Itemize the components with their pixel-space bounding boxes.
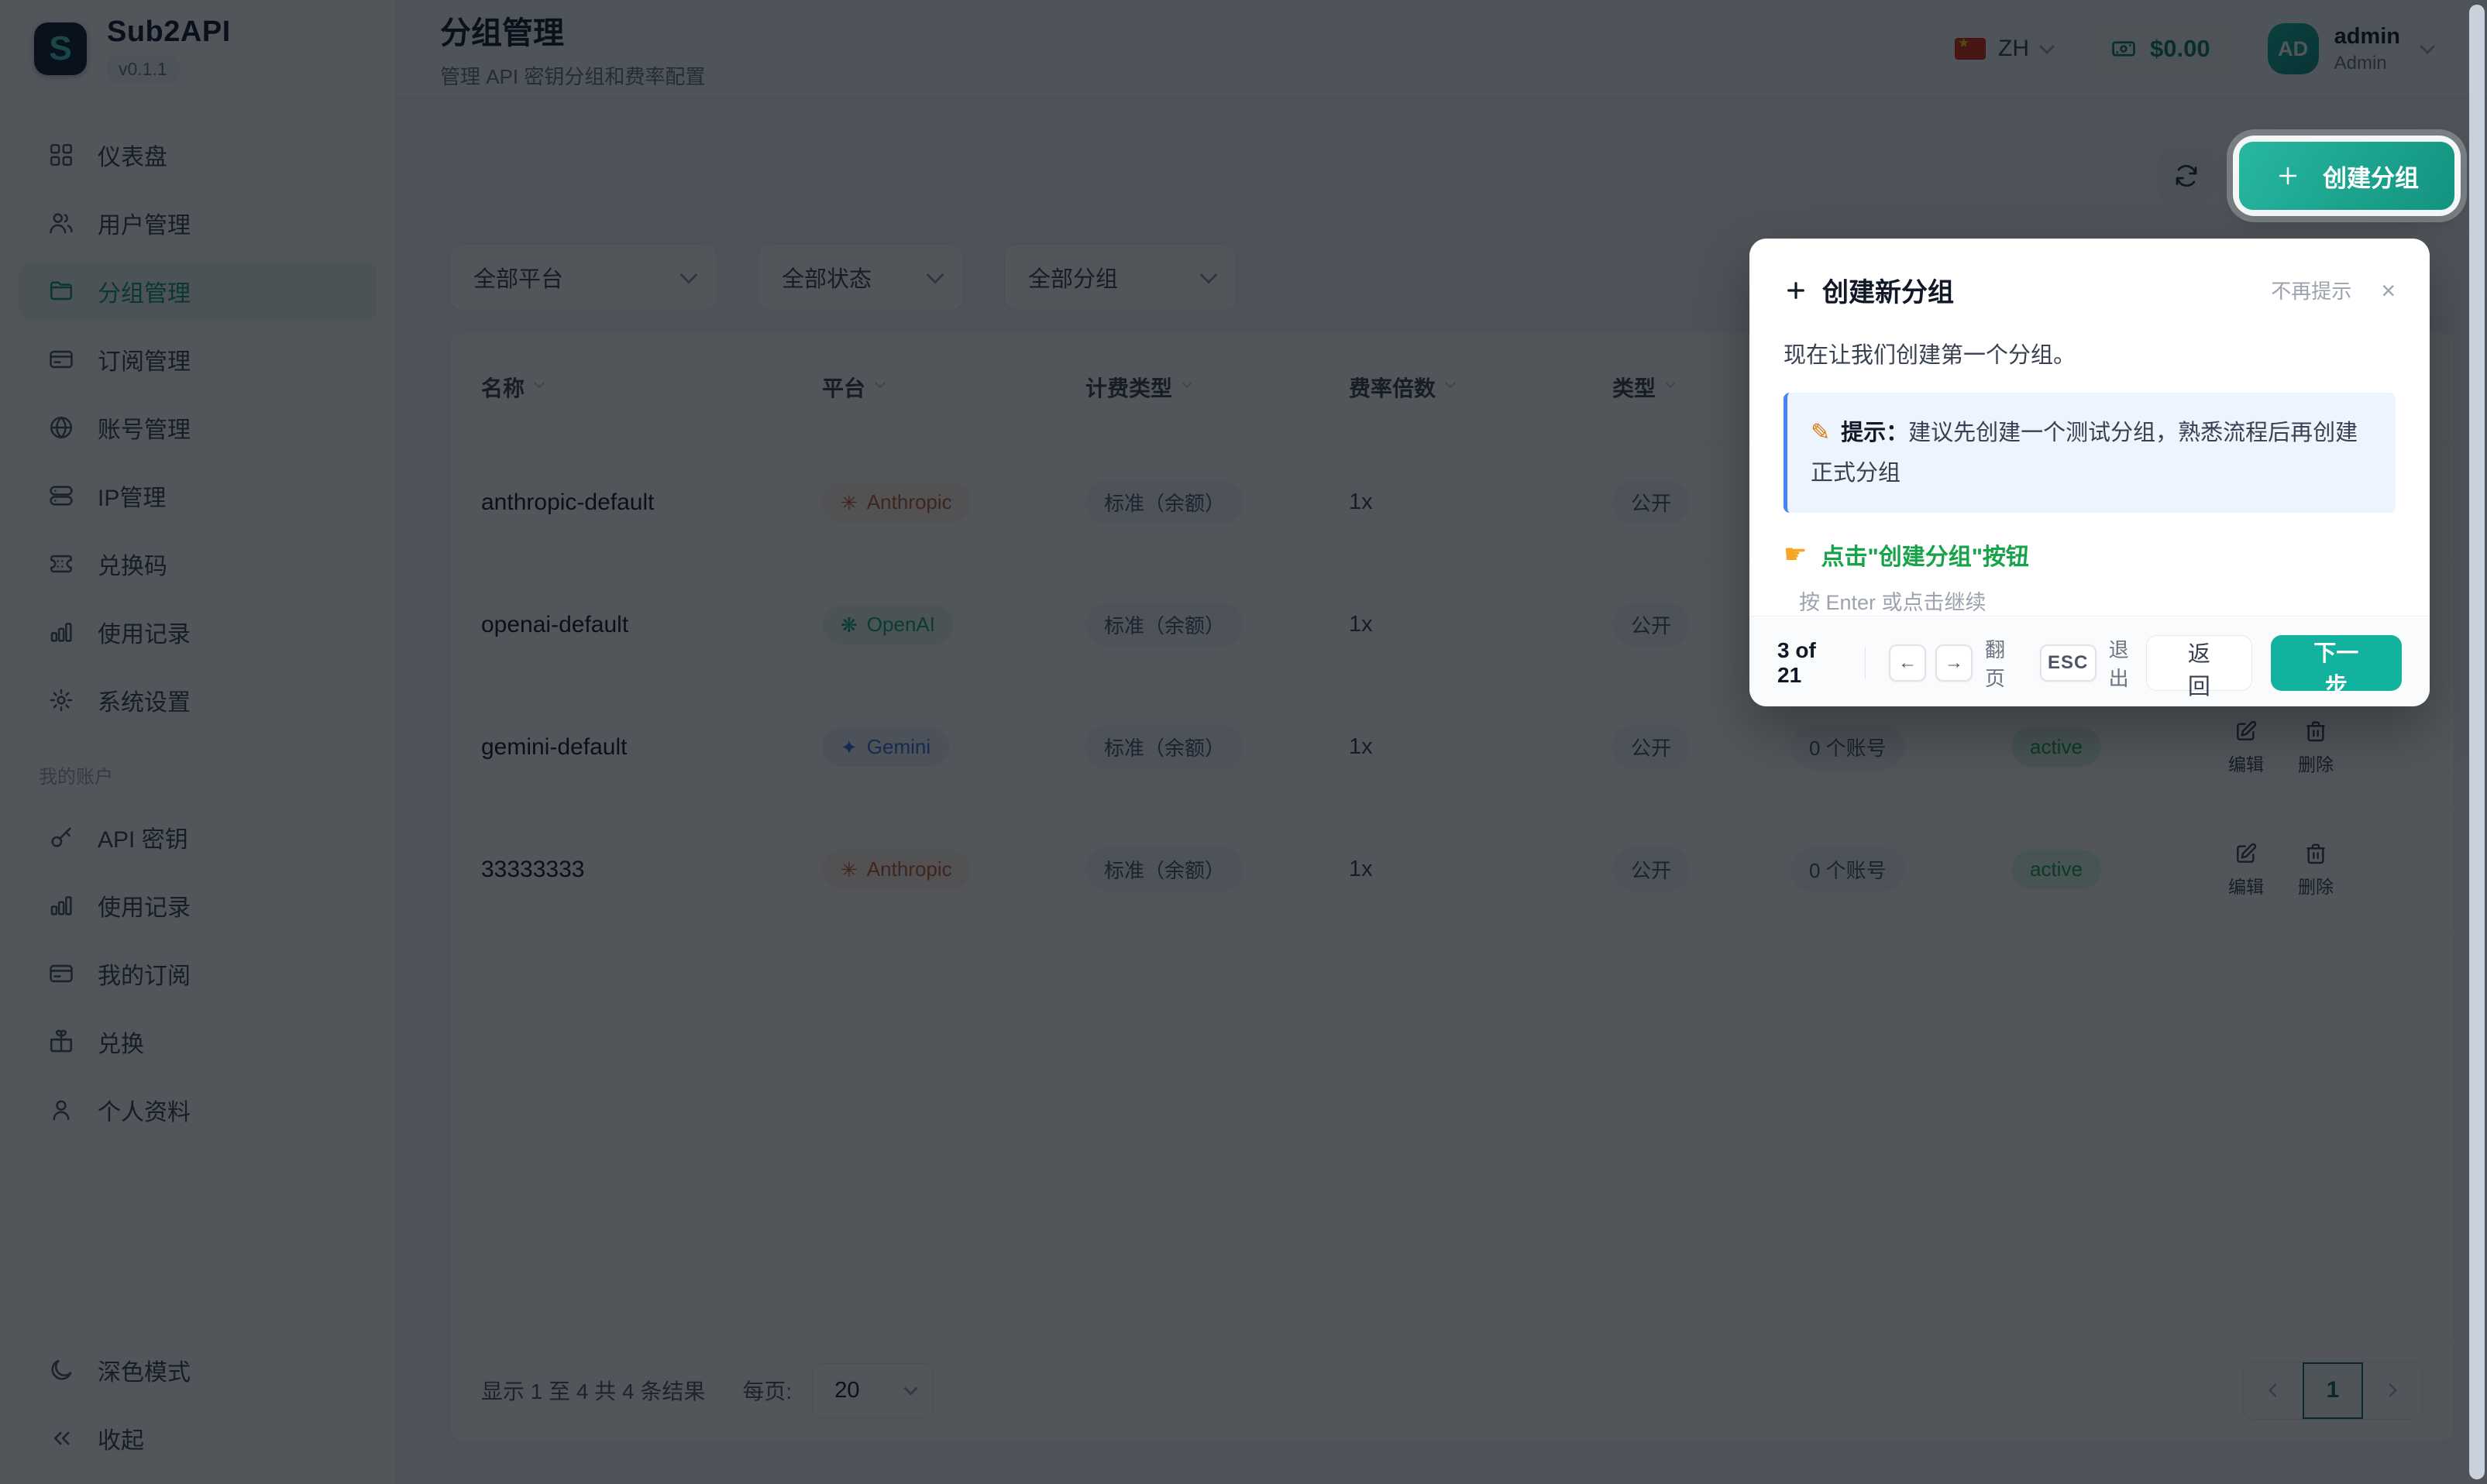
dismiss-link[interactable]: 不再提示: [2271, 276, 2351, 304]
tour-dim-overlay: [0, 0, 2487, 1484]
pointing-right-icon: [1784, 541, 1807, 568]
page-keys-label: 翻页: [1985, 634, 2023, 692]
tour-action-text: 点击"创建分组"按钮: [1821, 538, 2028, 572]
tour-tip-box: 提示：建议先创建一个测试分组，熟悉流程后再创建正式分组: [1784, 393, 2396, 513]
create-group-button[interactable]: 创建分组: [2239, 142, 2454, 210]
tour-title: 创建新分组: [1822, 271, 1954, 309]
tour-spotlight-ring: 创建分组: [2239, 142, 2454, 210]
tour-footer: 3 of 21 ← → 翻页 ESC 退出 返回 下一步: [1749, 616, 2430, 706]
tour-progress: 3 of 21: [1777, 638, 1842, 688]
arrow-right-key: →: [1935, 644, 1973, 682]
close-icon[interactable]: [2381, 278, 2396, 303]
tour-header: 创建新分组 不再提示: [1749, 239, 2430, 309]
scrollbar: [2467, 0, 2487, 1484]
plus-icon: [2275, 163, 2301, 189]
scrollbar-thumb[interactable]: [2469, 5, 2485, 1479]
memo-icon: [1811, 420, 1830, 445]
tour-body-text: 现在让我们创建第一个分组。: [1749, 309, 2430, 369]
tour-back-button[interactable]: 返回: [2146, 635, 2251, 691]
esc-key: ESC: [2040, 644, 2097, 682]
tip-label: 提示：: [1841, 421, 1908, 445]
arrow-left-key: ←: [1889, 644, 1926, 682]
divider: [1865, 647, 1866, 679]
tour-next-button[interactable]: 下一步: [2271, 635, 2402, 691]
tour-popup: 创建新分组 不再提示 现在让我们创建第一个分组。 提示：建议先创建一个测试分组，…: [1749, 239, 2430, 706]
exit-label: 退出: [2109, 634, 2147, 692]
create-group-label: 创建分组: [2323, 159, 2419, 194]
tour-action-line: 点击"创建分组"按钮: [1784, 538, 2396, 572]
tour-hint: 按 Enter 或点击继续: [1799, 586, 2396, 616]
plus-icon: [1784, 278, 1808, 303]
